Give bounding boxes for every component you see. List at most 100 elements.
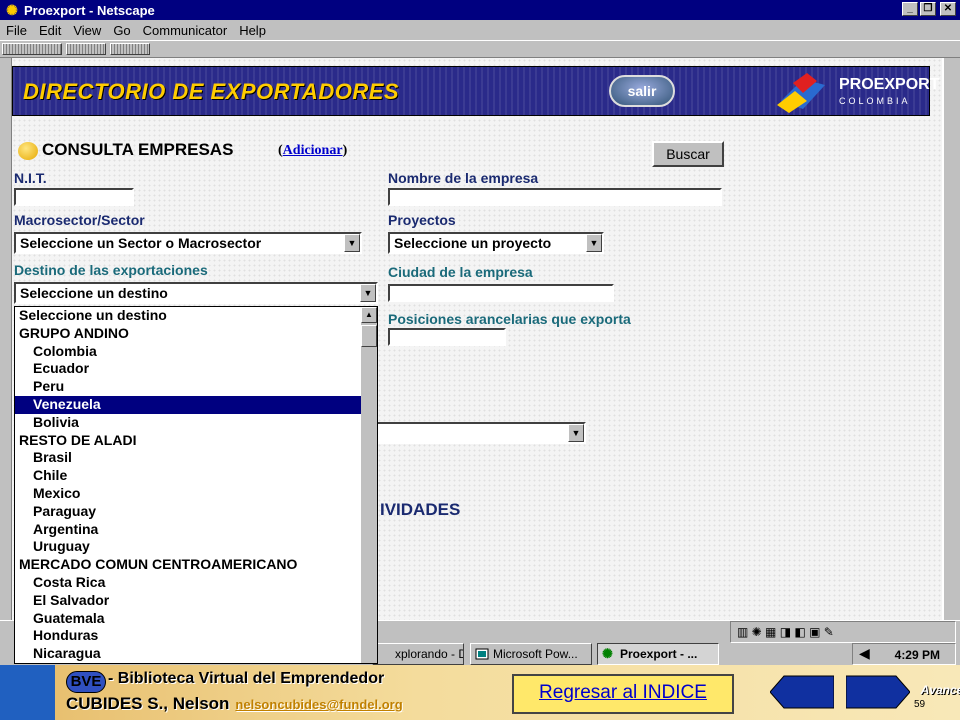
dropdown-option[interactable]: Seleccione un destino <box>15 307 361 325</box>
dropdown-option[interactable]: Bolivia <box>15 414 361 432</box>
scroll-thumb[interactable] <box>361 325 377 347</box>
salir-button[interactable]: salir <box>609 75 675 107</box>
chevron-down-icon[interactable]: ▼ <box>586 234 602 252</box>
dropdown-option[interactable]: Argentina <box>15 521 361 539</box>
task-explorando-label: xplorando - Di... <box>395 647 463 661</box>
dropdown-option[interactable]: Peru <box>15 378 361 396</box>
dropdown-option[interactable]: Brasil <box>15 449 361 467</box>
dropdown-option[interactable]: MERCADO COMUN CENTROAMERICANO <box>15 556 361 574</box>
proyectos-label: Proyectos <box>388 212 456 228</box>
task-powerpoint-label: Microsoft Pow... <box>493 647 578 661</box>
dropdown-option[interactable]: Guatemala <box>15 610 361 628</box>
collapsed-toolbars <box>0 40 960 58</box>
posiciones-label: Posiciones arancelarias que exporta <box>388 311 631 327</box>
actividades-heading: IVIDADES <box>380 500 461 519</box>
author-name: CUBIDES S., Nelson <box>66 694 230 713</box>
minimize-button[interactable]: _ <box>902 2 918 16</box>
avance-label: Avance <box>920 683 960 697</box>
page-scrollbar[interactable] <box>944 58 960 620</box>
destino-label: Destino de las exportaciones <box>14 262 208 278</box>
dropdown-option[interactable]: Chile <box>15 467 361 485</box>
task-proexport[interactable]: ✺ Proexport - ... <box>597 643 719 665</box>
scroll-up-icon[interactable]: ▲ <box>361 307 377 323</box>
proexport-logo-icon <box>777 73 825 113</box>
menu-file[interactable]: File <box>0 23 33 38</box>
destino-dropdown-list[interactable]: Seleccione un destino GRUPO ANDINO Colombi… <box>14 306 378 664</box>
macrosector-label: Macrosector/Sector <box>14 212 145 228</box>
dropdown-option[interactable]: Ecuador <box>15 360 361 378</box>
page-number: 59 <box>914 699 926 710</box>
left-arrow-icon <box>769 675 835 709</box>
page-title: CONSULTA EMPRESAS <box>42 140 234 159</box>
system-tray-top: ▥ ✺ ▦ ◨ ◧ ▣ ✎ <box>730 621 956 643</box>
nit-input[interactable] <box>14 188 134 206</box>
buscar-button[interactable]: Buscar <box>652 141 724 167</box>
speaker-icon[interactable]: ◀ <box>859 645 870 662</box>
task-powerpoint[interactable]: Microsoft Pow... <box>470 643 592 665</box>
toolbar-tab-location[interactable] <box>66 43 106 55</box>
dropdown-option[interactable]: Paraguay <box>15 503 361 521</box>
dropdown-option[interactable]: Uruguay <box>15 538 361 556</box>
dropdown-options: Seleccione un destino GRUPO ANDINO Colombi… <box>15 307 361 663</box>
banner-title: DIRECTORIO DE EXPORTADORES <box>23 79 400 104</box>
dropdown-option[interactable]: RESTO DE ALADI <box>15 432 361 450</box>
macrosector-value: Seleccione un Sector o Macrosector <box>20 235 262 251</box>
dropdown-option[interactable]: Costa Rica <box>15 574 361 592</box>
regresar-button[interactable]: Regresar al INDICE <box>512 674 734 714</box>
chevron-down-icon[interactable]: ▼ <box>360 284 376 302</box>
dropdown-option[interactable]: Mexico <box>15 485 361 503</box>
menu-edit[interactable]: Edit <box>33 23 67 38</box>
maximize-button[interactable]: ❐ <box>920 2 936 16</box>
adicionar-close: ) <box>342 143 348 158</box>
dropdown-scrollbar[interactable]: ▲ <box>361 307 377 663</box>
menu-bar: File Edit View Go Communicator Help <box>0 20 960 40</box>
bullet-icon <box>18 142 38 160</box>
task-explorando[interactable]: xplorando - Di... <box>372 643 464 665</box>
task-proexport-label: Proexport - ... <box>620 647 698 661</box>
adicionar-link[interactable]: Adicionar <box>283 143 343 158</box>
macrosector-select[interactable]: Seleccione un Sector o Macrosector ▼ <box>14 232 362 254</box>
ciudad-input[interactable] <box>388 284 614 302</box>
dropdown-option[interactable]: Nicaragua <box>15 645 361 663</box>
toolbar-tab-navigation[interactable] <box>2 43 62 55</box>
window-title: Proexport - Netscape <box>24 2 155 18</box>
nombre-label: Nombre de la empresa <box>388 170 539 186</box>
footer-left-block <box>0 665 55 720</box>
dropdown-option[interactable]: GRUPO ANDINO <box>15 325 361 343</box>
proexport-logo-text: PROEXPORT COLOMBIA <box>839 77 939 109</box>
chevron-down-icon[interactable]: ▼ <box>568 424 584 442</box>
menu-help[interactable]: Help <box>233 23 272 38</box>
chevron-down-icon[interactable]: ▼ <box>344 234 360 252</box>
dropdown-option[interactable]: El Salvador <box>15 592 361 610</box>
avance-button[interactable]: Avance <box>845 674 960 710</box>
netscape-icon: ✺ <box>602 646 613 661</box>
netscape-icon: ✺ <box>6 2 18 18</box>
email-link[interactable]: nelsoncubides@fundel.org <box>235 697 402 712</box>
logo-main: PROEXPORT <box>839 76 940 93</box>
proyectos-select[interactable]: Seleccione un proyecto ▼ <box>388 232 604 254</box>
atras-button[interactable]: Atrás <box>769 674 881 710</box>
right-arrow-icon <box>845 675 911 709</box>
dropdown-option[interactable]: Honduras <box>15 627 361 645</box>
dropdown-option[interactable]: Venezuela <box>15 395 361 414</box>
header-banner: DIRECTORIO DE EXPORTADORES salir PROEXPO… <box>12 66 939 116</box>
close-button[interactable]: ✕ <box>940 2 956 16</box>
adicionar-wrapper: (Adicionar) <box>278 143 347 159</box>
proyectos-value: Seleccione un proyecto <box>394 235 552 251</box>
frame-border <box>0 58 12 620</box>
nombre-input[interactable] <box>388 188 722 206</box>
bve-badge: BVE <box>66 671 106 693</box>
destino-select[interactable]: Seleccione un destino ▼ <box>14 282 378 304</box>
hidden-select[interactable]: ▼ <box>370 422 586 444</box>
powerpoint-icon <box>475 648 489 660</box>
menu-view[interactable]: View <box>67 23 107 38</box>
footer-line1: - Biblioteca Virtual del Emprendedor <box>108 670 385 687</box>
menu-go[interactable]: Go <box>107 23 136 38</box>
browser-window: ✺ Proexport - Netscape _ ❐ ✕ File Edit V… <box>0 0 960 665</box>
clock: 4:29 PM <box>894 648 940 662</box>
dropdown-option[interactable]: Colombia <box>15 343 361 361</box>
posiciones-input[interactable] <box>388 328 506 346</box>
toolbar-tab-personal[interactable] <box>110 43 150 55</box>
menu-communicator[interactable]: Communicator <box>137 23 234 38</box>
footer-line2: CUBIDES S., Nelson nelsoncubides@fundel.o… <box>66 694 403 714</box>
